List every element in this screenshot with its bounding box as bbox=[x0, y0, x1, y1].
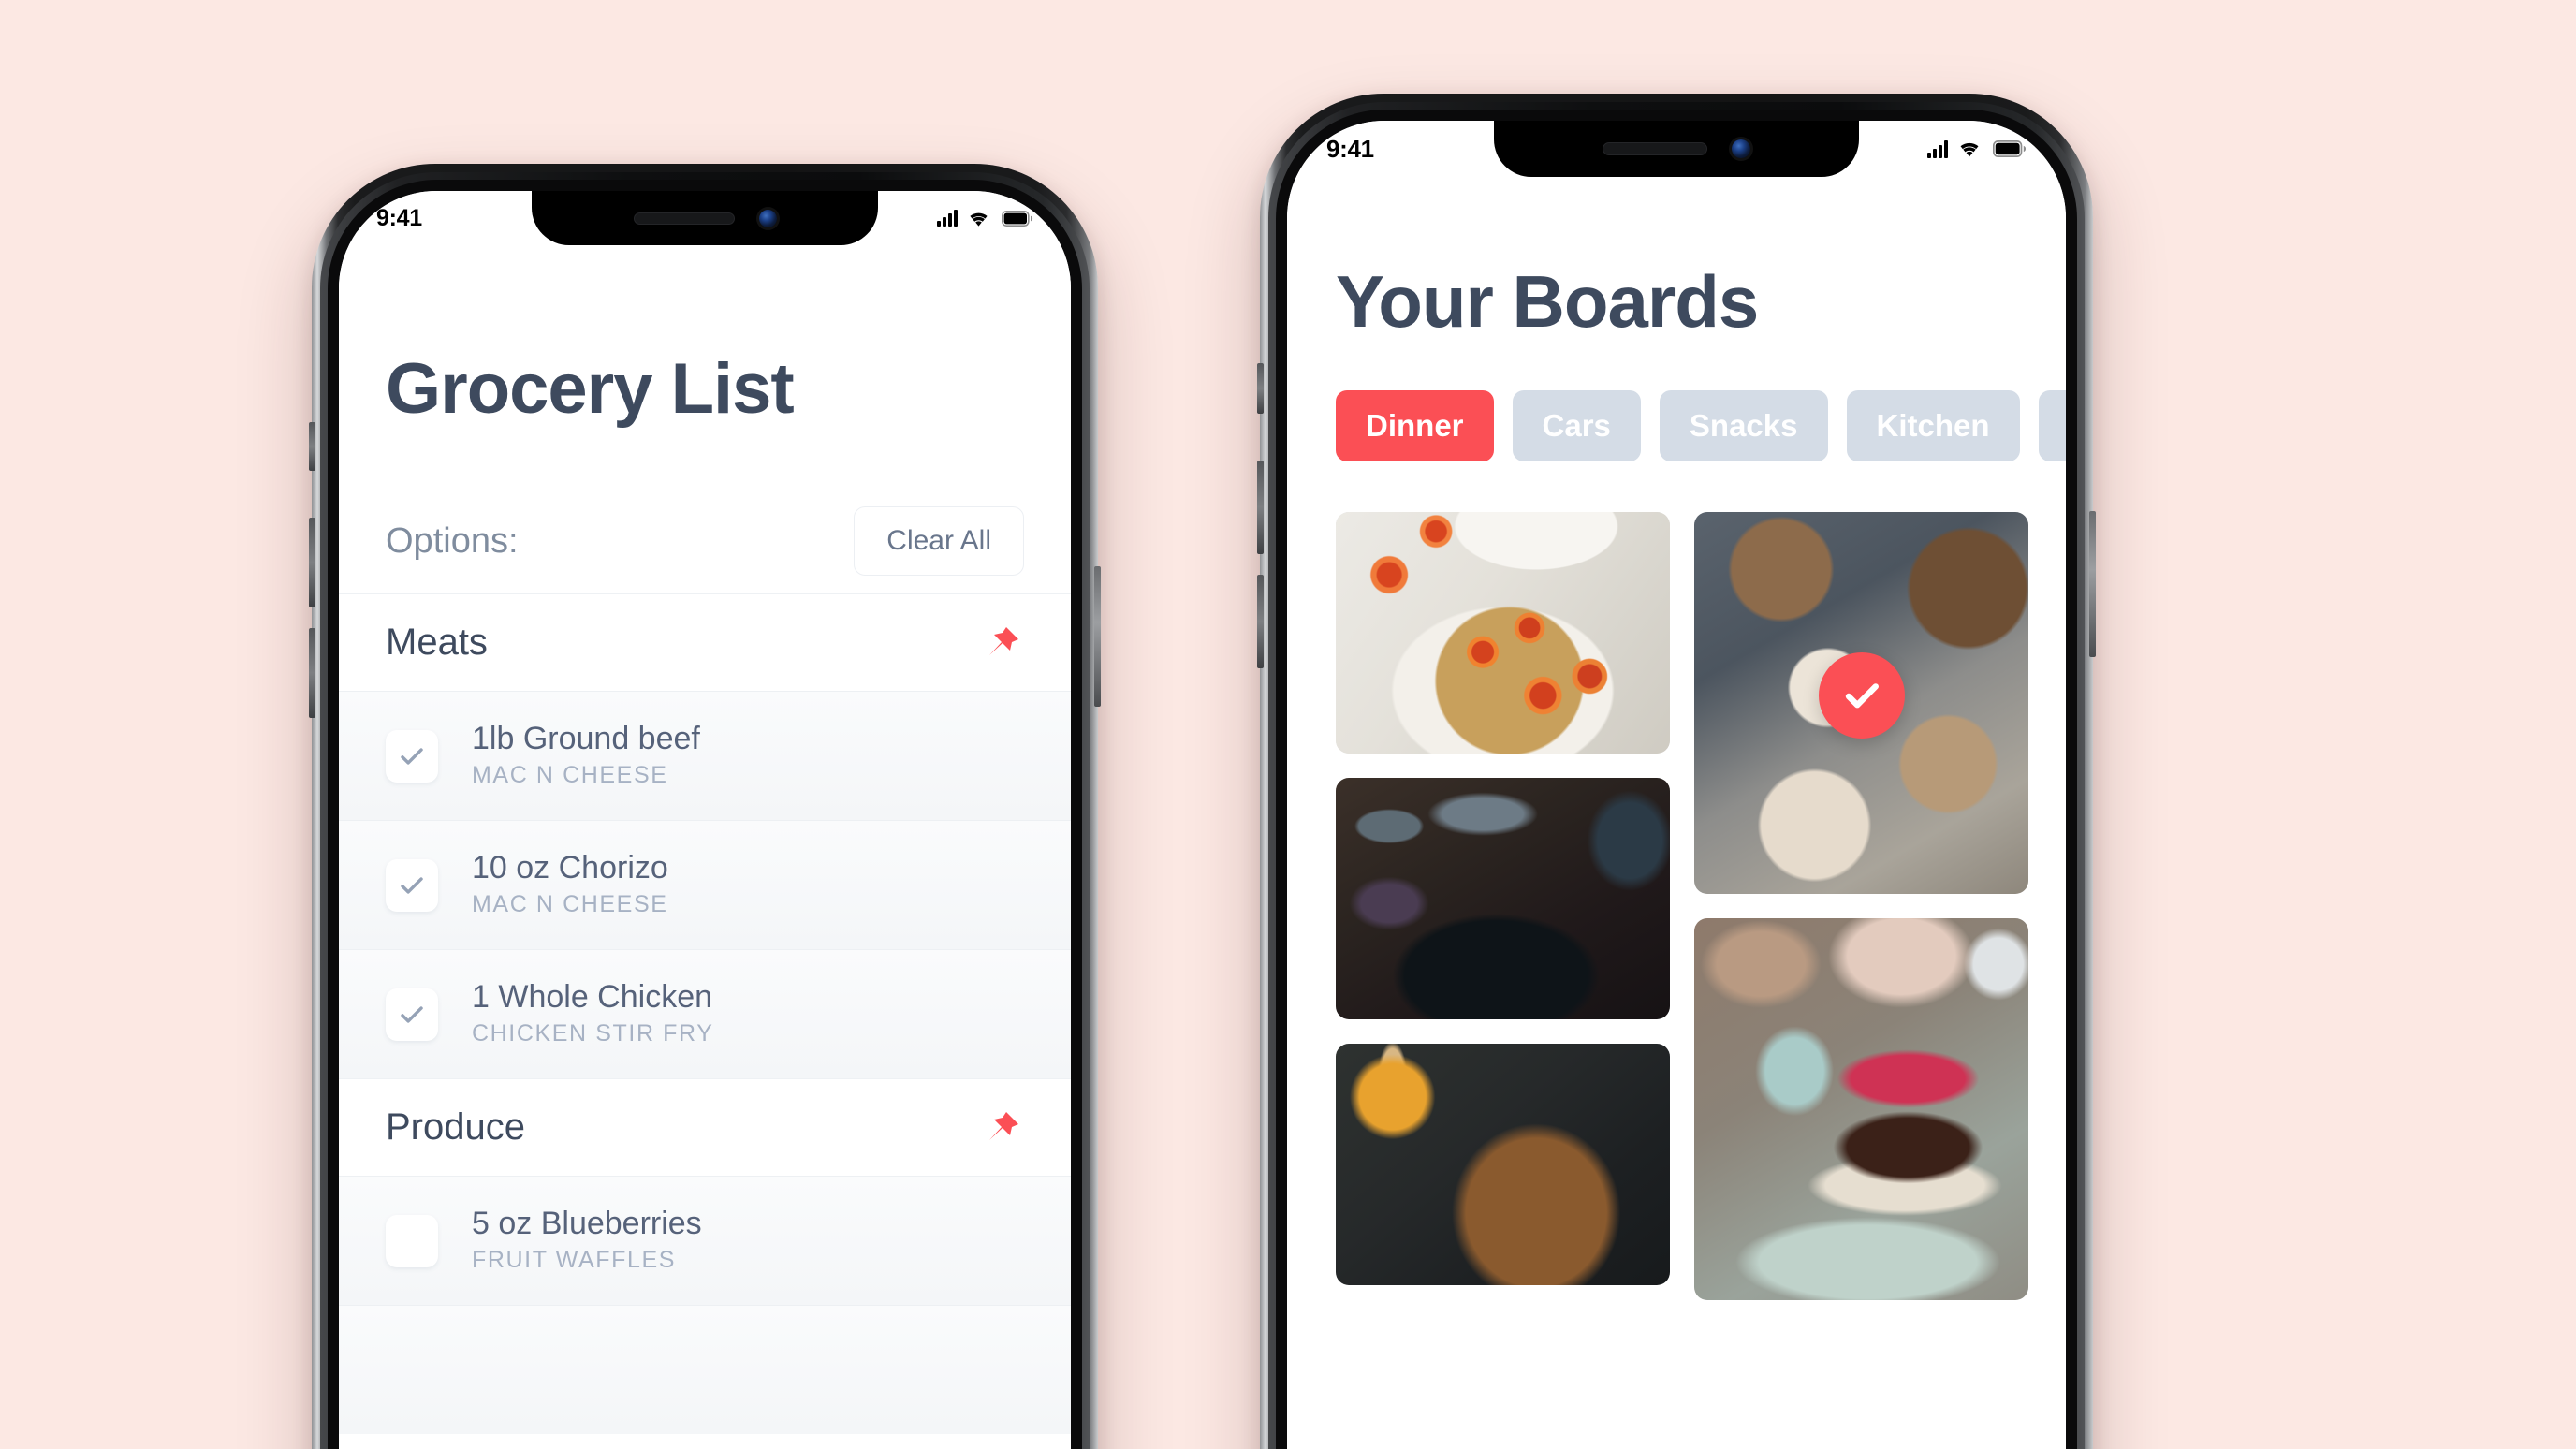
board-image-skillet-chicken bbox=[1336, 778, 1670, 1019]
section-delete-button[interactable] bbox=[981, 622, 1024, 665]
page-title: Your Boards bbox=[1336, 260, 1759, 343]
status-bar: 9:41 bbox=[339, 191, 1071, 245]
power-button[interactable] bbox=[1094, 566, 1101, 707]
wifi-icon bbox=[1960, 142, 1979, 157]
check-icon bbox=[1845, 683, 1879, 709]
item-checkbox[interactable] bbox=[386, 858, 438, 912]
check-icon bbox=[401, 747, 423, 765]
chip-cars[interactable]: Cars bbox=[1512, 390, 1641, 461]
wifi-icon bbox=[970, 212, 988, 227]
options-row: Options: Clear All bbox=[386, 492, 1024, 590]
board-image-raspberry-chocolate-cake bbox=[1694, 918, 2028, 1300]
grocery-list: Meats 1lb Ground beef MAC N CHEESE 10 oz… bbox=[339, 593, 1071, 1449]
volume-up-button[interactable] bbox=[1257, 461, 1264, 554]
board-selected-badge[interactable] bbox=[1818, 651, 1905, 739]
section-title: Meats bbox=[386, 622, 488, 663]
phone-right-screen: 9:41 Your Boards Dinner Cars Snacks Kitc… bbox=[1287, 121, 2066, 1449]
silent-switch[interactable] bbox=[1257, 363, 1264, 414]
status-bar: 9:41 bbox=[1287, 121, 2066, 177]
app-mockup-stage: 9:41 Grocery List Options: Clear All Mea… bbox=[0, 0, 2576, 1449]
item-checkbox[interactable] bbox=[386, 729, 438, 783]
item-text: 1 Whole Chicken CHICKEN STIR FRY bbox=[472, 977, 714, 1052]
chip-snacks[interactable]: Snacks bbox=[1659, 390, 1828, 461]
grocery-item-row[interactable]: 5 oz Blueberries FRUIT WAFFLES bbox=[339, 1176, 1071, 1305]
chip-quick-recipes[interactable]: quick recipes bbox=[2038, 390, 2066, 461]
item-title: 1lb Ground beef bbox=[472, 720, 700, 756]
item-checkbox[interactable] bbox=[386, 988, 438, 1041]
pin-icon bbox=[989, 1111, 1018, 1140]
boards-column-right bbox=[1694, 512, 2028, 1449]
volume-down-button[interactable] bbox=[309, 628, 315, 718]
section-header-meats: Meats bbox=[339, 593, 1071, 691]
phone-left-grocery: 9:41 Grocery List Options: Clear All Mea… bbox=[309, 164, 1101, 1449]
grocery-item-row[interactable]: 10 oz Chorizo MAC N CHEESE bbox=[339, 820, 1071, 949]
status-time: 9:41 bbox=[1326, 134, 1374, 163]
phone-right-boards: 9:41 Your Boards Dinner Cars Snacks Kitc… bbox=[1257, 94, 2096, 1449]
silent-switch[interactable] bbox=[309, 422, 315, 471]
chip-dinner[interactable]: Dinner bbox=[1336, 390, 1494, 461]
boards-column-left bbox=[1336, 512, 1670, 1449]
options-label: Options: bbox=[386, 520, 519, 561]
volume-down-button[interactable] bbox=[1257, 575, 1264, 668]
item-title: 10 oz Chorizo bbox=[472, 849, 668, 886]
item-recipe: MAC N CHEESE bbox=[472, 891, 668, 917]
item-text: 1lb Ground beef MAC N CHEESE bbox=[472, 719, 700, 794]
signal-bars-icon bbox=[937, 210, 958, 227]
item-recipe: CHICKEN STIR FRY bbox=[472, 1020, 714, 1046]
status-time: 9:41 bbox=[376, 204, 422, 231]
grocery-item-row[interactable]: 1 Whole Chicken CHICKEN STIR FRY bbox=[339, 949, 1071, 1078]
item-title: 1 Whole Chicken bbox=[472, 978, 713, 1015]
chip-kitchen[interactable]: Kitchen bbox=[1846, 390, 2020, 461]
section-header-produce: Produce bbox=[339, 1078, 1071, 1176]
grocery-item-row[interactable]: 1lb Ground beef MAC N CHEESE bbox=[339, 691, 1071, 820]
phone-left-screen: 9:41 Grocery List Options: Clear All Mea… bbox=[339, 191, 1071, 1449]
item-checkbox[interactable] bbox=[386, 1214, 438, 1267]
check-icon bbox=[401, 876, 423, 894]
clear-all-button[interactable]: Clear All bbox=[854, 506, 1024, 576]
volume-up-button[interactable] bbox=[309, 518, 315, 607]
section-title: Produce bbox=[386, 1106, 525, 1148]
board-card[interactable] bbox=[1336, 512, 1670, 754]
check-icon bbox=[401, 1005, 423, 1023]
power-button[interactable] bbox=[2089, 511, 2096, 657]
item-title: 5 oz Blueberries bbox=[472, 1205, 702, 1241]
battery-icon bbox=[1993, 140, 2027, 157]
board-card[interactable] bbox=[1694, 918, 2028, 1300]
board-card[interactable] bbox=[1336, 778, 1670, 1019]
boards-grid bbox=[1336, 512, 2028, 1449]
board-filter-chips: Dinner Cars Snacks Kitchen quick recipes bbox=[1336, 388, 2066, 463]
item-text: 10 oz Chorizo MAC N CHEESE bbox=[472, 848, 668, 923]
board-card-selected[interactable] bbox=[1694, 512, 2028, 894]
section-delete-button[interactable] bbox=[981, 1106, 1024, 1149]
board-image-honey-board bbox=[1336, 1044, 1670, 1285]
grocery-item-row[interactable] bbox=[339, 1305, 1071, 1434]
item-text: 5 oz Blueberries FRUIT WAFFLES bbox=[472, 1204, 702, 1279]
board-image-blood-orange-cake bbox=[1336, 512, 1670, 754]
item-recipe: FRUIT WAFFLES bbox=[472, 1247, 677, 1273]
pin-icon bbox=[989, 626, 1018, 655]
page-title: Grocery List bbox=[386, 349, 795, 429]
board-card[interactable] bbox=[1336, 1044, 1670, 1285]
battery-icon bbox=[1002, 210, 1033, 227]
item-recipe: MAC N CHEESE bbox=[472, 762, 668, 788]
signal-bars-icon bbox=[1927, 139, 1948, 158]
